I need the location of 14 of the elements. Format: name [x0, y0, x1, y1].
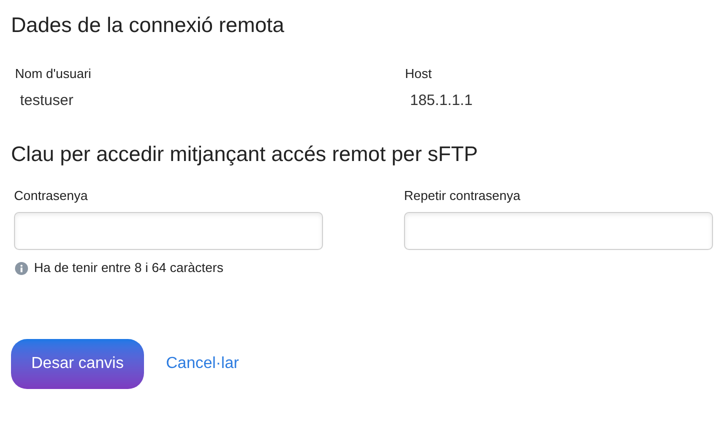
field-value: 185.1.1.1: [410, 91, 473, 111]
field-label: Host: [405, 65, 432, 83]
save-button[interactable]: Desar canvis: [11, 339, 144, 389]
section-title: Dades de la connexió remota: [11, 13, 286, 39]
field-value: testuser: [20, 91, 74, 111]
info-icon: [15, 262, 28, 274]
field-label: Contrasenya: [14, 187, 88, 205]
field-label: Repetir contrasenya: [404, 187, 520, 205]
section-title: Clau per accedir mitjançant accés remot per sFTP: [11, 142, 479, 168]
password-field[interactable]: [14, 212, 323, 250]
password-field[interactable]: [404, 212, 713, 250]
hint-text: Ha de tenir entre 8 i 64 caràcters: [34, 259, 224, 277]
field-label: Nom d'usuari: [15, 65, 92, 83]
cancel-link[interactable]: Cancel·lar: [166, 352, 239, 376]
